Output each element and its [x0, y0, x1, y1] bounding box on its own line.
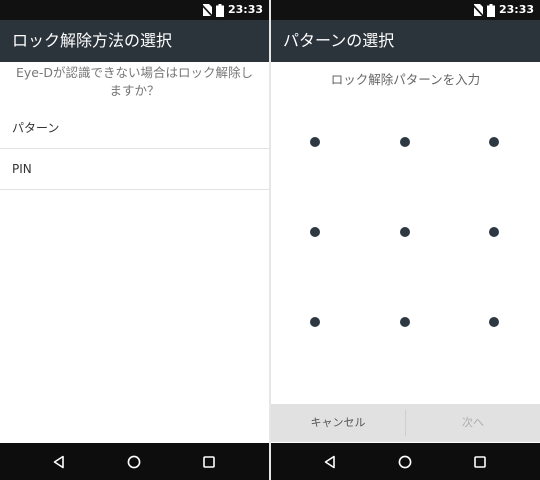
pattern-dot[interactable] [310, 227, 320, 237]
home-icon [398, 455, 412, 468]
dual-screens: 23:33 ロック解除方法の選択 Eye-Dが認識できない場合はロック解除し ま… [0, 0, 540, 480]
pattern-dot[interactable] [400, 137, 410, 147]
pattern-dot[interactable] [400, 227, 410, 237]
pattern-dot[interactable] [489, 317, 499, 327]
recents-icon [474, 455, 486, 468]
option-pattern[interactable]: パターン [0, 108, 269, 148]
status-time: 23:33 [498, 3, 534, 16]
status-time: 23:33 [227, 3, 263, 16]
cancel-button[interactable]: キャンセル [271, 404, 405, 442]
no-sim-icon [201, 4, 212, 16]
recents-button[interactable] [189, 443, 229, 480]
home-icon [127, 455, 141, 468]
no-sim-icon [472, 4, 483, 16]
app-bar: パターンの選択 [271, 20, 540, 62]
recents-button[interactable] [460, 443, 500, 480]
back-button[interactable] [310, 443, 350, 480]
divider [0, 189, 269, 190]
home-button[interactable] [114, 443, 154, 480]
navigation-bar [0, 443, 269, 480]
battery-icon [215, 3, 224, 17]
app-bar: ロック解除方法の選択 [0, 20, 269, 62]
battery-icon [486, 3, 495, 17]
pattern-select-screen: 23:33 パターンの選択 ロック解除パターンを入力 キャンセル 次へ [271, 0, 540, 480]
option-pattern-label: パターン [12, 121, 60, 135]
home-button[interactable] [385, 443, 425, 480]
option-pin[interactable]: PIN [0, 149, 269, 189]
unlock-method-screen: 23:33 ロック解除方法の選択 Eye-Dが認識できない場合はロック解除し ま… [0, 0, 269, 480]
pattern-dot[interactable] [400, 317, 410, 327]
next-button[interactable]: 次へ [406, 404, 540, 442]
back-button[interactable] [39, 443, 79, 480]
pattern-dot[interactable] [310, 317, 320, 327]
pattern-dot[interactable] [489, 227, 499, 237]
button-bar: キャンセル 次へ [271, 404, 540, 442]
status-bar: 23:33 [271, 0, 540, 20]
pattern-dot[interactable] [489, 137, 499, 147]
pattern-instruction: ロック解除パターンを入力 [330, 72, 481, 87]
status-bar: 23:33 [0, 0, 269, 20]
unlock-prompt: Eye-Dが認識できない場合はロック解除し ますか？ [0, 64, 269, 100]
page-title: ロック解除方法の選択 [12, 31, 173, 50]
option-pin-label: PIN [12, 162, 32, 176]
recents-icon [203, 455, 215, 468]
prompt-line-1: Eye-Dが認識できない場合はロック解除し [15, 65, 254, 80]
back-icon [53, 455, 64, 468]
pattern-dot[interactable] [310, 137, 320, 147]
prompt-line-2: ますか？ [109, 83, 160, 98]
page-title: パターンの選択 [283, 31, 395, 50]
back-icon [324, 455, 335, 468]
status-icons: 23:33 [472, 0, 534, 20]
status-icons: 23:33 [201, 0, 263, 20]
navigation-bar [271, 443, 540, 480]
